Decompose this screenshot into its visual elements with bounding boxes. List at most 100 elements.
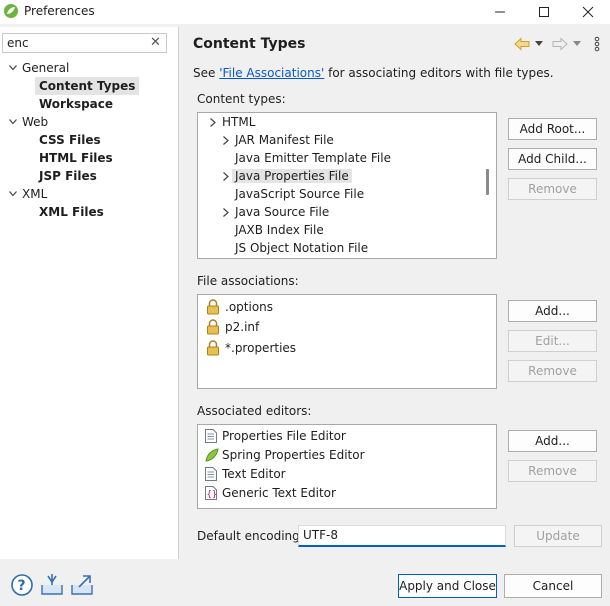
- editor-label: Spring Properties Editor: [222, 448, 365, 462]
- tree-item-workspace[interactable]: Workspace: [39, 95, 113, 113]
- tree-item-xml[interactable]: XML: [22, 185, 47, 203]
- text-file-icon: [205, 429, 217, 443]
- list-item[interactable]: Properties File Editor: [205, 427, 346, 445]
- export-icon[interactable]: [70, 573, 94, 597]
- list-item[interactable]: p2.inf: [206, 318, 259, 336]
- file-associations-label: File associations:: [197, 274, 299, 288]
- tree-item-web[interactable]: Web: [22, 113, 48, 131]
- list-item[interactable]: JAXB Index File: [235, 221, 324, 239]
- filter-input[interactable]: enc: [2, 33, 167, 53]
- file-association-label: .options: [225, 300, 274, 314]
- edit-file-association-button[interactable]: Edit...: [508, 330, 597, 352]
- content-type-label: JAXB Index File: [235, 223, 324, 237]
- import-icon[interactable]: [40, 573, 64, 597]
- title-bar: Preferences: [0, 0, 610, 24]
- page-description: See 'File Associations' for associating …: [193, 66, 554, 80]
- spring-app-icon: [4, 4, 18, 18]
- close-icon: [582, 6, 594, 18]
- list-item[interactable]: JS Object Notation File: [235, 239, 368, 257]
- desc-prefix: See: [193, 66, 220, 80]
- editor-label: Properties File Editor: [222, 429, 346, 443]
- lock-icon: [207, 319, 219, 335]
- remove-content-type-button[interactable]: Remove: [508, 178, 597, 200]
- associated-editors-label: Associated editors:: [197, 404, 312, 418]
- content-type-label: JS Object Notation File: [235, 241, 369, 255]
- content-type-label: Java Properties File: [232, 169, 352, 183]
- chevron-right-icon[interactable]: [223, 208, 229, 217]
- editor-label: Text Editor: [222, 467, 286, 481]
- add-editor-button[interactable]: Add...: [508, 430, 597, 452]
- minimize-button[interactable]: [478, 0, 522, 24]
- tree-item-xml-files[interactable]: XML Files: [39, 203, 104, 221]
- chevron-right-icon[interactable]: [223, 136, 229, 145]
- chevron-down-icon[interactable]: [8, 185, 18, 203]
- file-associations-link[interactable]: 'File Associations': [219, 66, 324, 80]
- preferences-tree-panel: enc ✕ General Content Types Workspace We…: [0, 27, 179, 559]
- content-type-label: JAR Manifest File: [235, 133, 334, 147]
- associated-editors-list[interactable]: Properties File Editor Spring Properties…: [197, 424, 497, 509]
- list-item[interactable]: *.properties: [206, 339, 296, 357]
- maximize-icon: [539, 7, 549, 17]
- view-menu-icon[interactable]: [594, 36, 600, 52]
- svg-text:?: ?: [18, 578, 26, 594]
- help-icon[interactable]: ?: [10, 573, 34, 597]
- apply-and-close-button[interactable]: Apply and Close: [398, 574, 497, 598]
- back-menu-chevron-icon[interactable]: [535, 41, 543, 47]
- lock-icon: [207, 299, 219, 315]
- list-item[interactable]: JAR Manifest File: [223, 131, 334, 149]
- scrollbar-thumb[interactable]: [486, 169, 489, 195]
- list-item[interactable]: HTML: [210, 113, 255, 131]
- tree-item-content-types[interactable]: Content Types: [35, 77, 140, 95]
- content-types-tree[interactable]: HTML JAR Manifest File Java Emitter Temp…: [197, 112, 497, 259]
- default-encoding-input[interactable]: UTF-8: [298, 525, 506, 547]
- list-item[interactable]: Java Emitter Template File: [235, 149, 391, 167]
- list-item[interactable]: {} Generic Text Editor: [205, 484, 336, 502]
- tree-item-general[interactable]: General: [22, 59, 69, 77]
- dialog-footer: ? Apply and Close Cancel: [0, 560, 610, 606]
- default-encoding-label: Default encoding:: [197, 529, 304, 543]
- tree-item-html-files[interactable]: HTML Files: [39, 149, 113, 167]
- content-type-label: Java Emitter Template File: [235, 151, 391, 165]
- file-association-label: p2.inf: [225, 320, 260, 334]
- page-title: Content Types: [193, 36, 306, 52]
- remove-file-association-button[interactable]: Remove: [508, 360, 597, 382]
- list-item[interactable]: Spring Properties Editor: [205, 446, 365, 464]
- chevron-right-icon[interactable]: [210, 118, 216, 127]
- tree-item-css-files[interactable]: CSS Files: [39, 131, 101, 149]
- forward-arrow-icon[interactable]: [552, 37, 568, 51]
- chevron-down-icon[interactable]: [8, 113, 18, 131]
- list-item[interactable]: Java Source File: [223, 203, 330, 221]
- content-types-label: Content types:: [197, 92, 286, 106]
- file-association-label: *.properties: [225, 341, 297, 355]
- remove-editor-button[interactable]: Remove: [508, 460, 597, 482]
- content-type-label: Java Source File: [235, 205, 330, 219]
- close-window-button[interactable]: [566, 0, 610, 24]
- add-file-association-button[interactable]: Add...: [508, 300, 597, 322]
- svg-text:{}: {}: [207, 490, 218, 500]
- maximize-button[interactable]: [522, 0, 566, 24]
- forward-menu-chevron-icon[interactable]: [573, 41, 581, 47]
- chevron-down-icon[interactable]: [8, 59, 18, 77]
- content-types-page: Content Types See 'File Associations' fo…: [180, 27, 610, 559]
- add-child-button[interactable]: Add Child...: [508, 148, 597, 170]
- list-item[interactable]: JavaScript Source File: [235, 185, 364, 203]
- clear-filter-icon[interactable]: ✕: [150, 35, 161, 50]
- add-root-button[interactable]: Add Root...: [508, 118, 597, 140]
- window-title: Preferences: [24, 4, 95, 18]
- back-arrow-icon[interactable]: [514, 37, 530, 51]
- spring-leaf-icon: [205, 448, 219, 462]
- list-item-selected[interactable]: Java Properties File: [223, 167, 352, 185]
- tree-item-jsp-files[interactable]: JSP Files: [39, 167, 97, 185]
- file-associations-list[interactable]: .options p2.inf *.properties: [197, 294, 497, 389]
- lock-icon: [207, 340, 219, 356]
- text-file-icon: [205, 467, 217, 481]
- list-item[interactable]: Text Editor: [205, 465, 286, 483]
- cancel-button[interactable]: Cancel: [504, 574, 602, 598]
- content-type-label: JavaScript Source File: [235, 187, 365, 201]
- update-encoding-button[interactable]: Update: [514, 525, 602, 547]
- minimize-icon: [495, 11, 505, 13]
- desc-suffix: for associating editors with file types.: [324, 66, 554, 80]
- list-item[interactable]: .options: [206, 298, 273, 316]
- generic-editor-icon: {}: [205, 486, 218, 500]
- chevron-right-icon[interactable]: [223, 172, 229, 181]
